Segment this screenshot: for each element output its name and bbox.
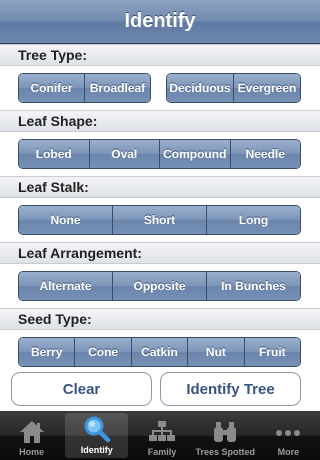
hierarchy-icon: [149, 421, 175, 441]
tab-label: Home: [19, 447, 45, 457]
house-icon: [19, 421, 44, 443]
section-header-seed-type: Seed Type:: [0, 308, 320, 330]
option-broadleaf[interactable]: Broadleaf: [85, 74, 150, 102]
identify-tree-button[interactable]: Identify Tree: [160, 372, 301, 406]
page-title: Identify: [124, 10, 196, 32]
tab-trees-spotted[interactable]: Trees Spotted: [194, 411, 257, 460]
option-conifer[interactable]: Conifer: [19, 74, 85, 102]
option-needle[interactable]: Needle: [230, 140, 300, 168]
option-alternate[interactable]: Alternate: [19, 272, 113, 300]
option-compound[interactable]: Compound: [160, 140, 231, 168]
tab-identify[interactable]: Identify: [65, 413, 129, 458]
option-long[interactable]: Long: [207, 206, 300, 234]
tree-type-row: Conifer Broadleaf Deciduous Evergreen: [0, 73, 320, 103]
tree-type-segment-1: Conifer Broadleaf: [18, 73, 151, 103]
section-header-leaf-shape: Leaf Shape:: [0, 110, 320, 132]
magnifier-icon: [84, 416, 111, 443]
tree-type-segment-2: Deciduous Evergreen: [166, 73, 301, 103]
tab-bar: Home Identify Family Trees Spotted More: [0, 411, 320, 460]
binoculars-icon: [214, 422, 237, 442]
tab-label: Trees Spotted: [195, 447, 255, 457]
leaf-arrangement-segment: Alternate Opposite In Bunches: [18, 271, 301, 301]
option-lobed[interactable]: Lobed: [19, 140, 90, 168]
section-header-leaf-stalk: Leaf Stalk:: [0, 176, 320, 198]
option-fruit[interactable]: Fruit: [244, 338, 300, 366]
option-berry[interactable]: Berry: [19, 338, 76, 366]
option-oval[interactable]: Oval: [89, 140, 160, 168]
leaf-arrangement-row: Alternate Opposite In Bunches: [0, 271, 320, 301]
option-opposite[interactable]: Opposite: [113, 272, 207, 300]
seed-type-row: Berry Cone Catkin Nut Fruit: [0, 337, 320, 367]
seed-type-segment: Berry Cone Catkin Nut Fruit: [18, 337, 301, 367]
leaf-stalk-row: None Short Long: [0, 205, 320, 235]
tab-home[interactable]: Home: [0, 411, 63, 460]
clear-button[interactable]: Clear: [11, 372, 152, 406]
leaf-stalk-segment: None Short Long: [18, 205, 301, 235]
nav-bar: Identify: [0, 0, 320, 44]
option-deciduous[interactable]: Deciduous: [167, 74, 234, 102]
option-none[interactable]: None: [19, 206, 113, 234]
option-evergreen[interactable]: Evergreen: [234, 74, 300, 102]
tab-label: Family: [147, 447, 177, 457]
tab-family[interactable]: Family: [130, 411, 193, 460]
leaf-shape-row: Lobed Oval Compound Needle: [0, 139, 320, 169]
option-catkin[interactable]: Catkin: [131, 338, 189, 366]
tab-label: More: [277, 447, 300, 457]
section-header-leaf-arrangement: Leaf Arrangement:: [0, 242, 320, 264]
option-short[interactable]: Short: [113, 206, 207, 234]
option-cone[interactable]: Cone: [75, 338, 132, 366]
more-dots-icon: [276, 430, 301, 436]
leaf-shape-segment: Lobed Oval Compound Needle: [18, 139, 301, 169]
section-header-tree-type: Tree Type:: [0, 44, 320, 66]
option-nut[interactable]: Nut: [188, 338, 245, 366]
option-in-bunches[interactable]: In Bunches: [207, 272, 300, 300]
tab-more[interactable]: More: [257, 411, 320, 460]
tab-label: Identify: [80, 445, 113, 455]
